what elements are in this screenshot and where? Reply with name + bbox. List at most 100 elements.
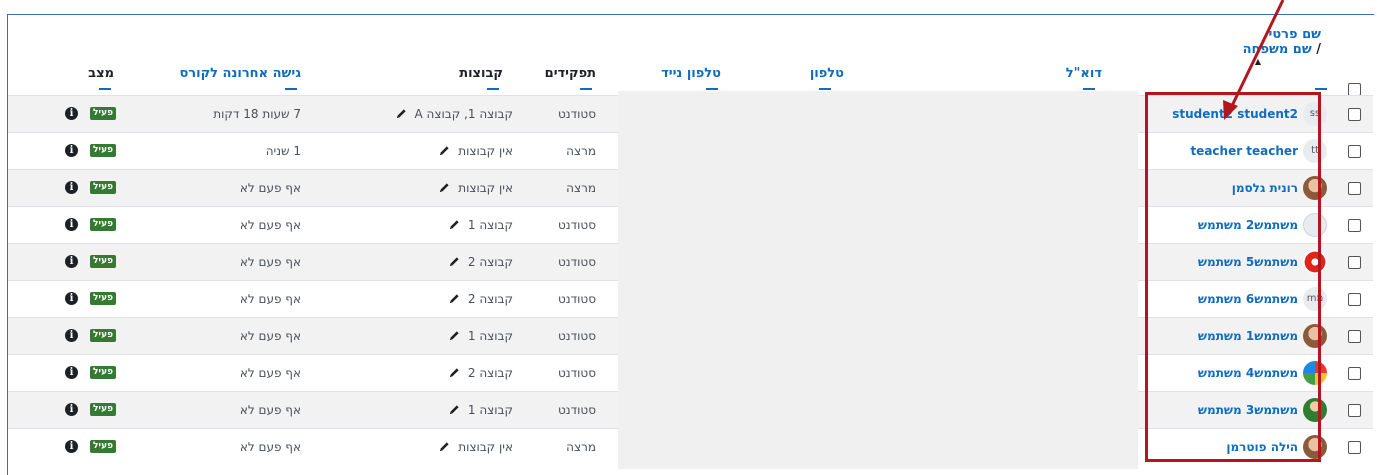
info-icon[interactable]: i (65, 403, 78, 416)
info-icon[interactable]: i (65, 255, 78, 268)
table-header: שם פרטי / שם משפחה ▲ דוא"ל טלפון טלפון נ… (8, 15, 1373, 96)
groups-cell: קבוצה 2 (449, 244, 513, 280)
row-select-checkbox[interactable] (1348, 145, 1361, 158)
groups-text: קבוצה 2 (467, 292, 513, 306)
pencil-icon[interactable] (449, 393, 460, 429)
info-icon[interactable]: i (65, 292, 78, 305)
groups-text: קבוצה 1, קבוצה A (414, 107, 513, 121)
status-badge: פעיל (89, 144, 116, 157)
status-column-header: מצב (88, 66, 114, 81)
highlight-box (1145, 92, 1321, 462)
roles-column-header: תפקידים (544, 66, 596, 81)
email-column-header[interactable]: דוא"ל (1066, 66, 1102, 81)
row-select-checkbox[interactable] (1348, 219, 1361, 232)
redacted-contact-area (618, 91, 1138, 469)
name-column-collapse-icon[interactable] (1315, 88, 1327, 90)
last-access-cell: אף פעם לא (239, 255, 301, 269)
row-select-checkbox[interactable] (1348, 330, 1361, 343)
pencil-icon[interactable] (449, 282, 460, 318)
role-cell[interactable]: סטודנט (558, 207, 596, 243)
status-badge: פעיל (89, 329, 116, 342)
email-column-collapse-icon[interactable] (1083, 88, 1095, 90)
role-cell[interactable]: סטודנט (558, 96, 596, 132)
info-icon[interactable]: i (65, 366, 78, 379)
info-icon[interactable]: i (65, 107, 78, 120)
groups-text: קבוצה 1 (467, 403, 513, 417)
first-name-sort-link[interactable]: שם פרטי (1231, 27, 1321, 42)
groups-column-header: קבוצות (459, 66, 503, 81)
role-cell[interactable]: סטודנט (558, 318, 596, 354)
pencil-icon[interactable] (449, 208, 460, 244)
groups-cell: קבוצה 2 (449, 355, 513, 391)
groups-cell: אין קבוצות (439, 133, 513, 169)
groups-text: אין קבוצות (458, 181, 513, 195)
info-icon[interactable]: i (65, 440, 78, 453)
groups-cell: אין קבוצות (439, 429, 513, 465)
last-access-cell: אף פעם לא (239, 366, 301, 380)
groups-text: קבוצה 1 (467, 329, 513, 343)
status-badge: פעיל (89, 218, 116, 231)
status-badge: פעיל (89, 292, 116, 305)
status-badge: פעיל (89, 181, 116, 194)
pencil-icon[interactable] (439, 134, 450, 170)
pencil-icon[interactable] (439, 171, 450, 207)
pencil-icon[interactable] (449, 245, 460, 281)
info-icon[interactable]: i (65, 144, 78, 157)
phone-column-header[interactable]: טלפון (810, 66, 844, 81)
pencil-icon[interactable] (449, 356, 460, 392)
row-select-checkbox[interactable] (1348, 182, 1361, 195)
groups-text: קבוצה 2 (467, 366, 513, 380)
groups-cell: קבוצה 1 (449, 207, 513, 243)
role-cell[interactable]: סטודנט (558, 281, 596, 317)
row-select-checkbox[interactable] (1348, 293, 1361, 306)
last-access-column-header[interactable]: גישה אחרונה לקורס (179, 66, 301, 81)
name-column-header[interactable]: שם פרטי / שם משפחה ▲ (1231, 27, 1321, 66)
last-access-column-collapse-icon[interactable] (285, 88, 297, 90)
last-access-cell: אף פעם לא (239, 403, 301, 417)
last-access-cell: אף פעם לא (239, 440, 301, 454)
info-icon[interactable]: i (65, 218, 78, 231)
last-access-cell: אף פעם לא (239, 329, 301, 343)
groups-cell: קבוצה 1 (449, 392, 513, 428)
groups-cell: אין קבוצות (439, 170, 513, 206)
last-access-cell: אף פעם לא (239, 292, 301, 306)
groups-column-collapse-icon[interactable] (487, 88, 499, 90)
role-cell[interactable]: מרצה (566, 429, 596, 465)
status-badge: פעיל (89, 403, 116, 416)
last-name-sort-link[interactable]: שם משפחה (1243, 42, 1312, 57)
pencil-icon[interactable] (449, 319, 460, 355)
status-column-collapse-icon[interactable] (99, 88, 111, 90)
role-cell[interactable]: סטודנט (558, 392, 596, 428)
phone-column-collapse-icon[interactable] (819, 88, 831, 90)
status-badge: פעיל (89, 366, 116, 379)
row-select-checkbox[interactable] (1348, 108, 1361, 121)
last-access-cell: אף פעם לא (239, 218, 301, 232)
row-select-checkbox[interactable] (1348, 256, 1361, 269)
roles-column-collapse-icon[interactable] (580, 88, 592, 90)
mobile-column-header[interactable]: טלפון נייד (661, 66, 721, 81)
name-separator: / (1316, 42, 1321, 57)
role-cell[interactable]: מרצה (566, 133, 596, 169)
groups-text: אין קבוצות (458, 144, 513, 158)
groups-text: קבוצה 1 (467, 218, 513, 232)
info-icon[interactable]: i (65, 181, 78, 194)
groups-cell: קבוצה 1 (449, 318, 513, 354)
row-select-checkbox[interactable] (1348, 367, 1361, 380)
last-access-cell: 7 שעות 18 דקות (213, 107, 301, 121)
groups-text: אין קבוצות (458, 440, 513, 454)
mobile-column-collapse-icon[interactable] (706, 88, 718, 90)
status-badge: פעיל (89, 107, 116, 120)
last-access-cell: 1 שניה (265, 144, 301, 158)
info-icon[interactable]: i (65, 329, 78, 342)
sort-asc-icon: ▲ (1254, 57, 1261, 66)
groups-text: קבוצה 2 (467, 255, 513, 269)
row-select-checkbox[interactable] (1348, 404, 1361, 417)
groups-cell: קבוצה 1, קבוצה A (396, 96, 513, 132)
role-cell[interactable]: מרצה (566, 170, 596, 206)
pencil-icon[interactable] (396, 97, 407, 133)
pencil-icon[interactable] (439, 430, 450, 466)
row-select-checkbox[interactable] (1348, 441, 1361, 454)
last-access-cell: אף פעם לא (239, 181, 301, 195)
role-cell[interactable]: סטודנט (558, 355, 596, 391)
role-cell[interactable]: סטודנט (558, 244, 596, 280)
